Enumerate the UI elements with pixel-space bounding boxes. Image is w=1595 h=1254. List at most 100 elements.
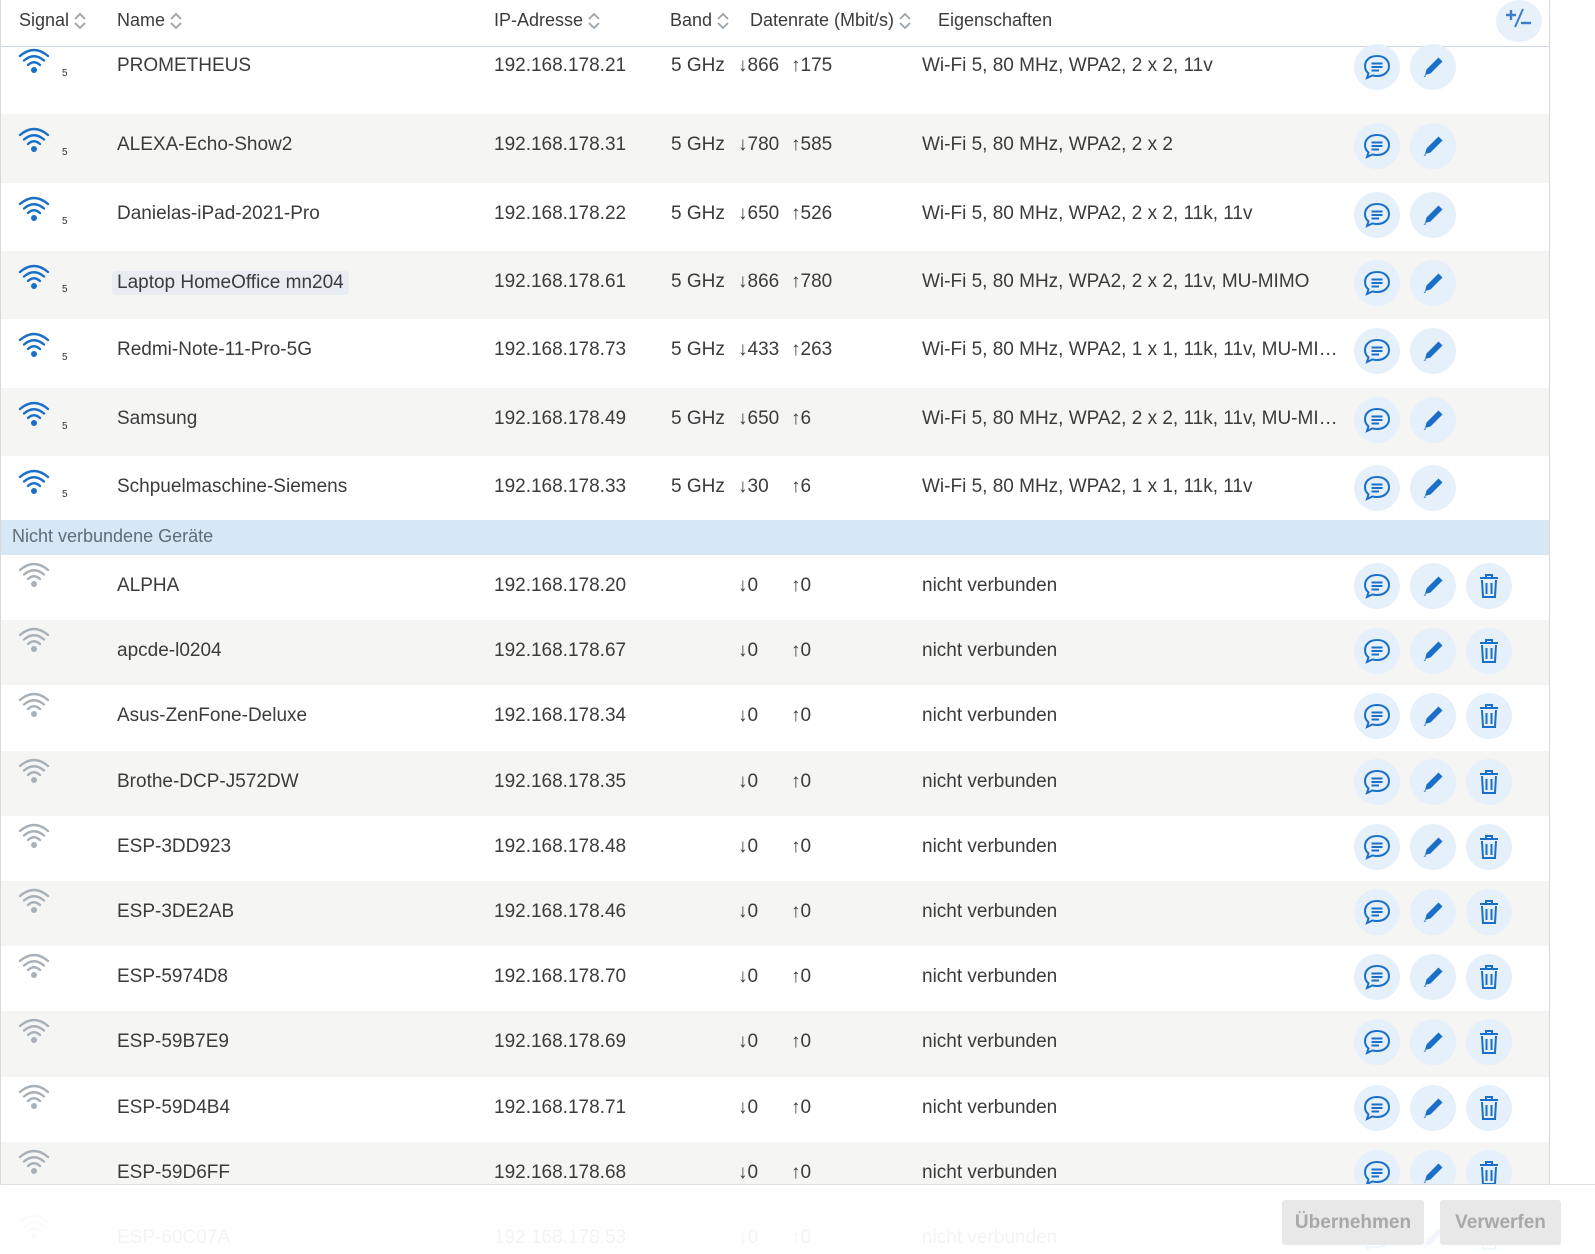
rate-up: ↑0 bbox=[791, 770, 812, 792]
rate-up: ↑780 bbox=[791, 270, 833, 292]
device-name: ESP-59B7E9 bbox=[117, 1031, 229, 1053]
details-button[interactable] bbox=[1354, 628, 1400, 675]
rate-down: ↓0 bbox=[738, 705, 759, 727]
wifi-inactive-icon bbox=[18, 887, 50, 915]
device-name: Brothe-DCP-J572DW bbox=[117, 770, 299, 792]
details-button[interactable] bbox=[1354, 259, 1400, 306]
signal-strength-value: 5 bbox=[62, 352, 68, 364]
rate-up: ↑0 bbox=[791, 835, 812, 857]
details-button[interactable] bbox=[1354, 328, 1400, 375]
details-button[interactable] bbox=[1354, 464, 1400, 511]
edit-button[interactable] bbox=[1410, 396, 1456, 443]
pencil-icon bbox=[1420, 407, 1446, 433]
column-header-name[interactable]: Name bbox=[117, 10, 183, 32]
column-header-signal[interactable]: Signal bbox=[19, 10, 87, 32]
properties: Wi-Fi 5, 80 MHz, WPA2, 2 x 2, 11v bbox=[922, 55, 1213, 76]
table-row[interactable]: apcde-l0204 192.168.178.67 ↓0 ↑0 nicht verbu… bbox=[1, 620, 1549, 686]
message-icon bbox=[1363, 475, 1391, 501]
details-button[interactable] bbox=[1354, 889, 1400, 935]
edit-button[interactable] bbox=[1410, 328, 1456, 375]
details-button[interactable] bbox=[1354, 563, 1400, 609]
details-button[interactable] bbox=[1354, 44, 1400, 90]
wifi-inactive-icon bbox=[18, 626, 50, 654]
delete-button[interactable] bbox=[1466, 823, 1512, 870]
details-button[interactable] bbox=[1354, 823, 1400, 870]
pencil-icon bbox=[1420, 1160, 1446, 1186]
edit-button[interactable] bbox=[1410, 823, 1456, 870]
edit-button[interactable] bbox=[1410, 954, 1456, 1001]
rate-down: ↓0 bbox=[738, 835, 759, 857]
details-button[interactable] bbox=[1354, 1019, 1400, 1066]
delete-button[interactable] bbox=[1466, 889, 1512, 935]
delete-button[interactable] bbox=[1466, 693, 1512, 740]
delete-button[interactable] bbox=[1466, 628, 1512, 675]
column-header-rate[interactable]: Datenrate (Mbit/s) bbox=[750, 10, 912, 32]
device-name: ALEXA-Echo-Show2 bbox=[117, 134, 293, 156]
table-row[interactable]: ESP-3DE2AB 192.168.178.46 ↓0 ↑0 nicht verbun… bbox=[1, 881, 1549, 947]
table-row[interactable]: 5 Laptop HomeOffice mn204 192.168.178.61 5 … bbox=[1, 250, 1549, 320]
pencil-icon bbox=[1420, 1095, 1446, 1121]
details-button[interactable] bbox=[1354, 693, 1400, 740]
table-row[interactable]: Brothe-DCP-J572DW 192.168.178.35 ↓0 ↑0 nicht… bbox=[1, 750, 1549, 816]
properties: nicht verbunden bbox=[922, 966, 1058, 988]
details-button[interactable] bbox=[1354, 396, 1400, 443]
table-row[interactable]: 5 Redmi-Note-11-Pro-5G 192.168.178.73 5 GHz… bbox=[1, 319, 1549, 387]
edit-button[interactable] bbox=[1410, 563, 1456, 609]
details-button[interactable] bbox=[1354, 1084, 1400, 1131]
delete-button[interactable] bbox=[1466, 563, 1512, 609]
rate-up: ↑0 bbox=[791, 1031, 812, 1053]
table-row[interactable]: 5 Danielas-iPad-2021-Pro 192.168.178.22 5 G… bbox=[1, 183, 1549, 251]
discard-button[interactable]: Verwerfen bbox=[1440, 1200, 1561, 1245]
details-button[interactable] bbox=[1354, 954, 1400, 1001]
message-icon bbox=[1363, 638, 1391, 665]
table-row[interactable]: 5 Schpuelmaschine-Siemens 192.168.178.33 5 … bbox=[1, 456, 1549, 524]
edit-button[interactable] bbox=[1410, 693, 1456, 740]
table-row[interactable]: ESP-3DD923 192.168.178.48 ↓0 ↑0 nicht verbun… bbox=[1, 816, 1549, 881]
sort-icon[interactable] bbox=[898, 10, 912, 32]
column-header-ip[interactable]: IP-Adresse bbox=[494, 10, 601, 32]
apply-button[interactable]: Übernehmen bbox=[1282, 1200, 1424, 1245]
edit-button[interactable] bbox=[1410, 889, 1456, 935]
table-row[interactable]: ALPHA 192.168.178.20 ↓0 ↑0 nicht verbunden bbox=[1, 555, 1549, 620]
table-row[interactable]: 5 ALEXA-Echo-Show2 192.168.178.31 5 GHz ↓780… bbox=[1, 114, 1549, 183]
sort-icon[interactable] bbox=[73, 10, 87, 32]
table-row[interactable]: 5 Samsung 192.168.178.49 5 GHz ↓650 ↑6 Wi-Fi 5… bbox=[1, 387, 1549, 456]
edit-button[interactable] bbox=[1410, 1084, 1456, 1131]
details-button[interactable] bbox=[1354, 123, 1400, 170]
message-icon bbox=[1363, 703, 1391, 730]
column-header-band[interactable]: Band bbox=[670, 10, 730, 32]
edit-button[interactable] bbox=[1410, 628, 1456, 675]
message-icon bbox=[1363, 1160, 1391, 1186]
edit-button[interactable] bbox=[1410, 758, 1456, 805]
trash-icon bbox=[1477, 1028, 1501, 1056]
rate-up: ↑0 bbox=[791, 966, 812, 988]
sort-icon[interactable] bbox=[716, 10, 730, 32]
edit-button[interactable] bbox=[1410, 191, 1456, 238]
delete-button[interactable] bbox=[1466, 954, 1512, 1001]
device-name: Schpuelmaschine-Siemens bbox=[117, 475, 348, 497]
details-button[interactable] bbox=[1354, 758, 1400, 805]
edit-button[interactable] bbox=[1410, 1019, 1456, 1066]
delete-button[interactable] bbox=[1466, 1019, 1512, 1066]
table-row[interactable]: 5 PROMETHEUS 192.168.178.21 5 GHz ↓866 ↑175 Wi… bbox=[1, 44, 1549, 114]
delete-button[interactable] bbox=[1466, 758, 1512, 805]
ip-address: 192.168.178.20 bbox=[494, 575, 627, 596]
trash-icon bbox=[1477, 1159, 1501, 1187]
table-row[interactable]: Asus-ZenFone-Deluxe 192.168.178.34 ↓0 ↑0 nic… bbox=[1, 685, 1549, 750]
edit-button[interactable] bbox=[1410, 44, 1456, 90]
delete-button[interactable] bbox=[1466, 1084, 1512, 1131]
edit-button[interactable] bbox=[1410, 464, 1456, 511]
sort-icon[interactable] bbox=[587, 10, 601, 32]
message-icon bbox=[1363, 1029, 1391, 1056]
message-icon bbox=[1363, 834, 1391, 860]
details-button[interactable] bbox=[1354, 191, 1400, 238]
table-row[interactable]: ESP-59D4B4 192.168.178.71 ↓0 ↑0 nicht verbun… bbox=[1, 1077, 1549, 1142]
sort-icon[interactable] bbox=[169, 10, 183, 32]
ip-address: 192.168.178.49 bbox=[494, 407, 627, 429]
table-row[interactable]: ESP-59B7E9 192.168.178.69 ↓0 ↑0 nicht verbun… bbox=[1, 1011, 1549, 1077]
edit-button[interactable] bbox=[1410, 123, 1456, 170]
toggle-columns-button[interactable] bbox=[1496, 0, 1542, 42]
edit-button[interactable] bbox=[1410, 259, 1456, 306]
table-row[interactable]: ESP-5974D8 192.168.178.70 ↓0 ↑0 nicht verbun… bbox=[1, 946, 1549, 1011]
device-name: ESP-3DD923 bbox=[117, 835, 232, 857]
